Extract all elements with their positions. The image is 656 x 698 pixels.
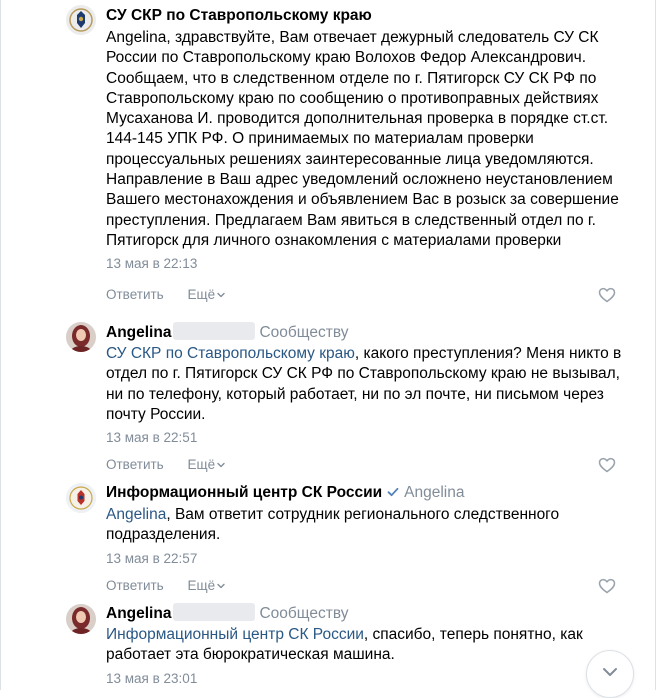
comment-text: СУ СКР по Ставропольскому краю, какого п… [106, 344, 626, 425]
comment-header: Angelina Сообществу [106, 322, 626, 342]
scroll-down-button[interactable] [586, 650, 634, 698]
comment-author[interactable]: СУ СКР по Ставропольскому краю [106, 7, 372, 24]
comment-3: Информационный центр СК России Angelina A… [106, 483, 626, 596]
chevron-down-icon [217, 462, 225, 468]
comment-text: Angelina, Вам ответит сотрудник регионал… [106, 505, 626, 546]
mention-link[interactable]: Angelina [106, 506, 166, 523]
comment-date[interactable]: 13 мая в 23:01 [106, 670, 626, 688]
comment-header: СУ СКР по Ставропольскому краю [106, 6, 626, 26]
blurred-surname [173, 322, 256, 340]
comment-actions: Ответить Ещё [106, 455, 626, 475]
comment-actions: Ответить Ещё [106, 576, 626, 596]
reply-to-user[interactable]: Angelina [404, 484, 464, 501]
comment-header: Angelina Сообществу [106, 603, 626, 623]
more-button[interactable]: Ещё [187, 457, 226, 472]
more-label: Ещё [187, 287, 216, 303]
comment-date[interactable]: 13 мая в 22:51 [106, 429, 626, 447]
more-label: Ещё [187, 577, 216, 593]
mention-link[interactable]: Информационный центр СК России [106, 626, 364, 643]
heart-outline-icon[interactable] [598, 287, 616, 303]
reply-button[interactable]: Ответить [106, 287, 164, 302]
heart-outline-icon[interactable] [598, 578, 616, 594]
blurred-surname [173, 603, 256, 621]
chevron-down-icon [217, 293, 225, 298]
comment-1: СУ СКР по Ставропольскому краю Angelina,… [106, 6, 626, 305]
comment-date[interactable]: 13 мая в 22:57 [106, 550, 626, 568]
avatar-sk-russia[interactable] [66, 483, 96, 513]
comment-4: Angelina Сообществу Информационный центр … [106, 603, 626, 688]
comment-text: Angelina, здравствуйте, Вам отвечает деж… [106, 29, 619, 249]
chevron-down-icon [217, 583, 225, 588]
reply-button[interactable]: Ответить [106, 457, 164, 472]
comment-text: Информационный центр СК России, спасибо,… [106, 625, 626, 666]
heart-outline-icon[interactable] [598, 457, 616, 473]
comment-actions: Ответить Ещё [106, 285, 626, 305]
avatar-angelina[interactable] [66, 322, 96, 352]
comment-author[interactable]: Angelina [106, 605, 171, 622]
reply-to-community[interactable]: Сообществу [259, 605, 348, 622]
comment-author[interactable]: Информационный центр СК России [106, 484, 382, 501]
left-border [0, 0, 1, 690]
comment-date[interactable]: 13 мая в 22:13 [106, 255, 626, 273]
avatar-sk-stavropol[interactable] [66, 5, 96, 35]
more-button[interactable]: Ещё [187, 287, 226, 302]
avatar-angelina[interactable] [66, 604, 96, 634]
chevron-down-icon [603, 668, 617, 676]
mention-link[interactable]: СУ СКР по Ставропольскому краю [106, 345, 355, 362]
comment-header: Информационный центр СК России Angelina [106, 483, 626, 503]
comment-2: Angelina Сообществу СУ СКР по Ставропольс… [106, 322, 626, 475]
more-label: Ещё [187, 457, 216, 473]
reply-to-community[interactable]: Сообществу [259, 324, 348, 341]
verified-check-icon [387, 487, 399, 497]
more-button[interactable]: Ещё [187, 578, 226, 593]
comment-author[interactable]: Angelina [106, 324, 171, 341]
comment-body: , Вам ответит сотрудник регионального сл… [106, 506, 560, 544]
reply-button[interactable]: Ответить [106, 578, 164, 593]
